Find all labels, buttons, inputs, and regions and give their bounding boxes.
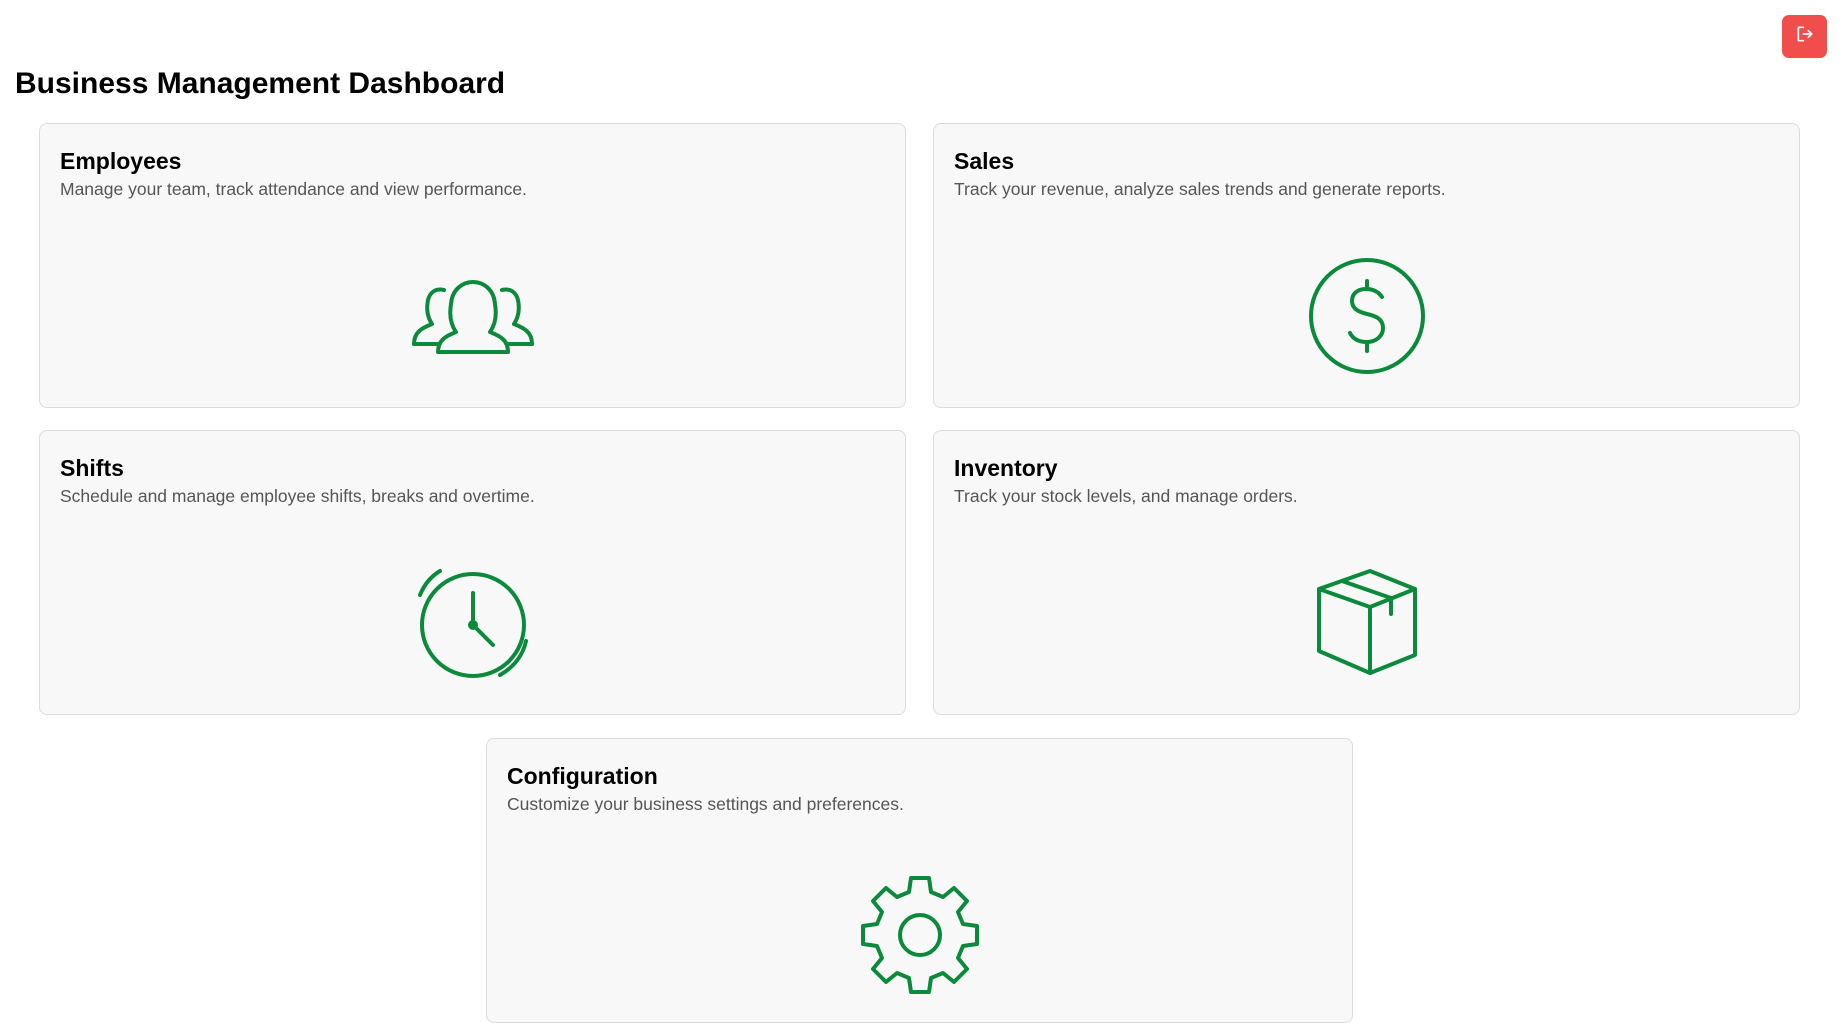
card-title: Employees	[60, 148, 182, 174]
clock-icon	[408, 559, 538, 689]
dollar-icon	[1302, 251, 1432, 381]
card-title: Inventory	[954, 455, 1058, 481]
card-description: Track your revenue, analyze sales trends…	[954, 179, 1446, 199]
logout-button[interactable]	[1782, 15, 1827, 58]
card-description: Customize your business settings and pre…	[507, 794, 904, 814]
card-title: Sales	[954, 148, 1015, 174]
box-icon	[1302, 559, 1432, 689]
card-title: Configuration	[507, 763, 658, 789]
gear-icon	[855, 868, 985, 998]
page-title: Business Management Dashboard	[15, 67, 506, 100]
logout-icon	[1795, 24, 1815, 49]
card-shifts[interactable]: Shifts Schedule and manage employee shif…	[39, 430, 906, 715]
card-description: Schedule and manage employee shifts, bre…	[60, 486, 535, 506]
card-description: Manage your team, track attendance and v…	[60, 179, 527, 199]
card-configuration[interactable]: Configuration Customize your business se…	[486, 738, 1353, 1023]
card-inventory[interactable]: Inventory Track your stock levels, and m…	[933, 430, 1800, 715]
card-title: Shifts	[60, 455, 124, 481]
card-description: Track your stock levels, and manage orde…	[954, 486, 1298, 506]
card-sales[interactable]: Sales Track your revenue, analyze sales …	[933, 123, 1800, 408]
card-employees[interactable]: Employees Manage your team, track attend…	[39, 123, 906, 408]
users-icon	[408, 252, 538, 382]
